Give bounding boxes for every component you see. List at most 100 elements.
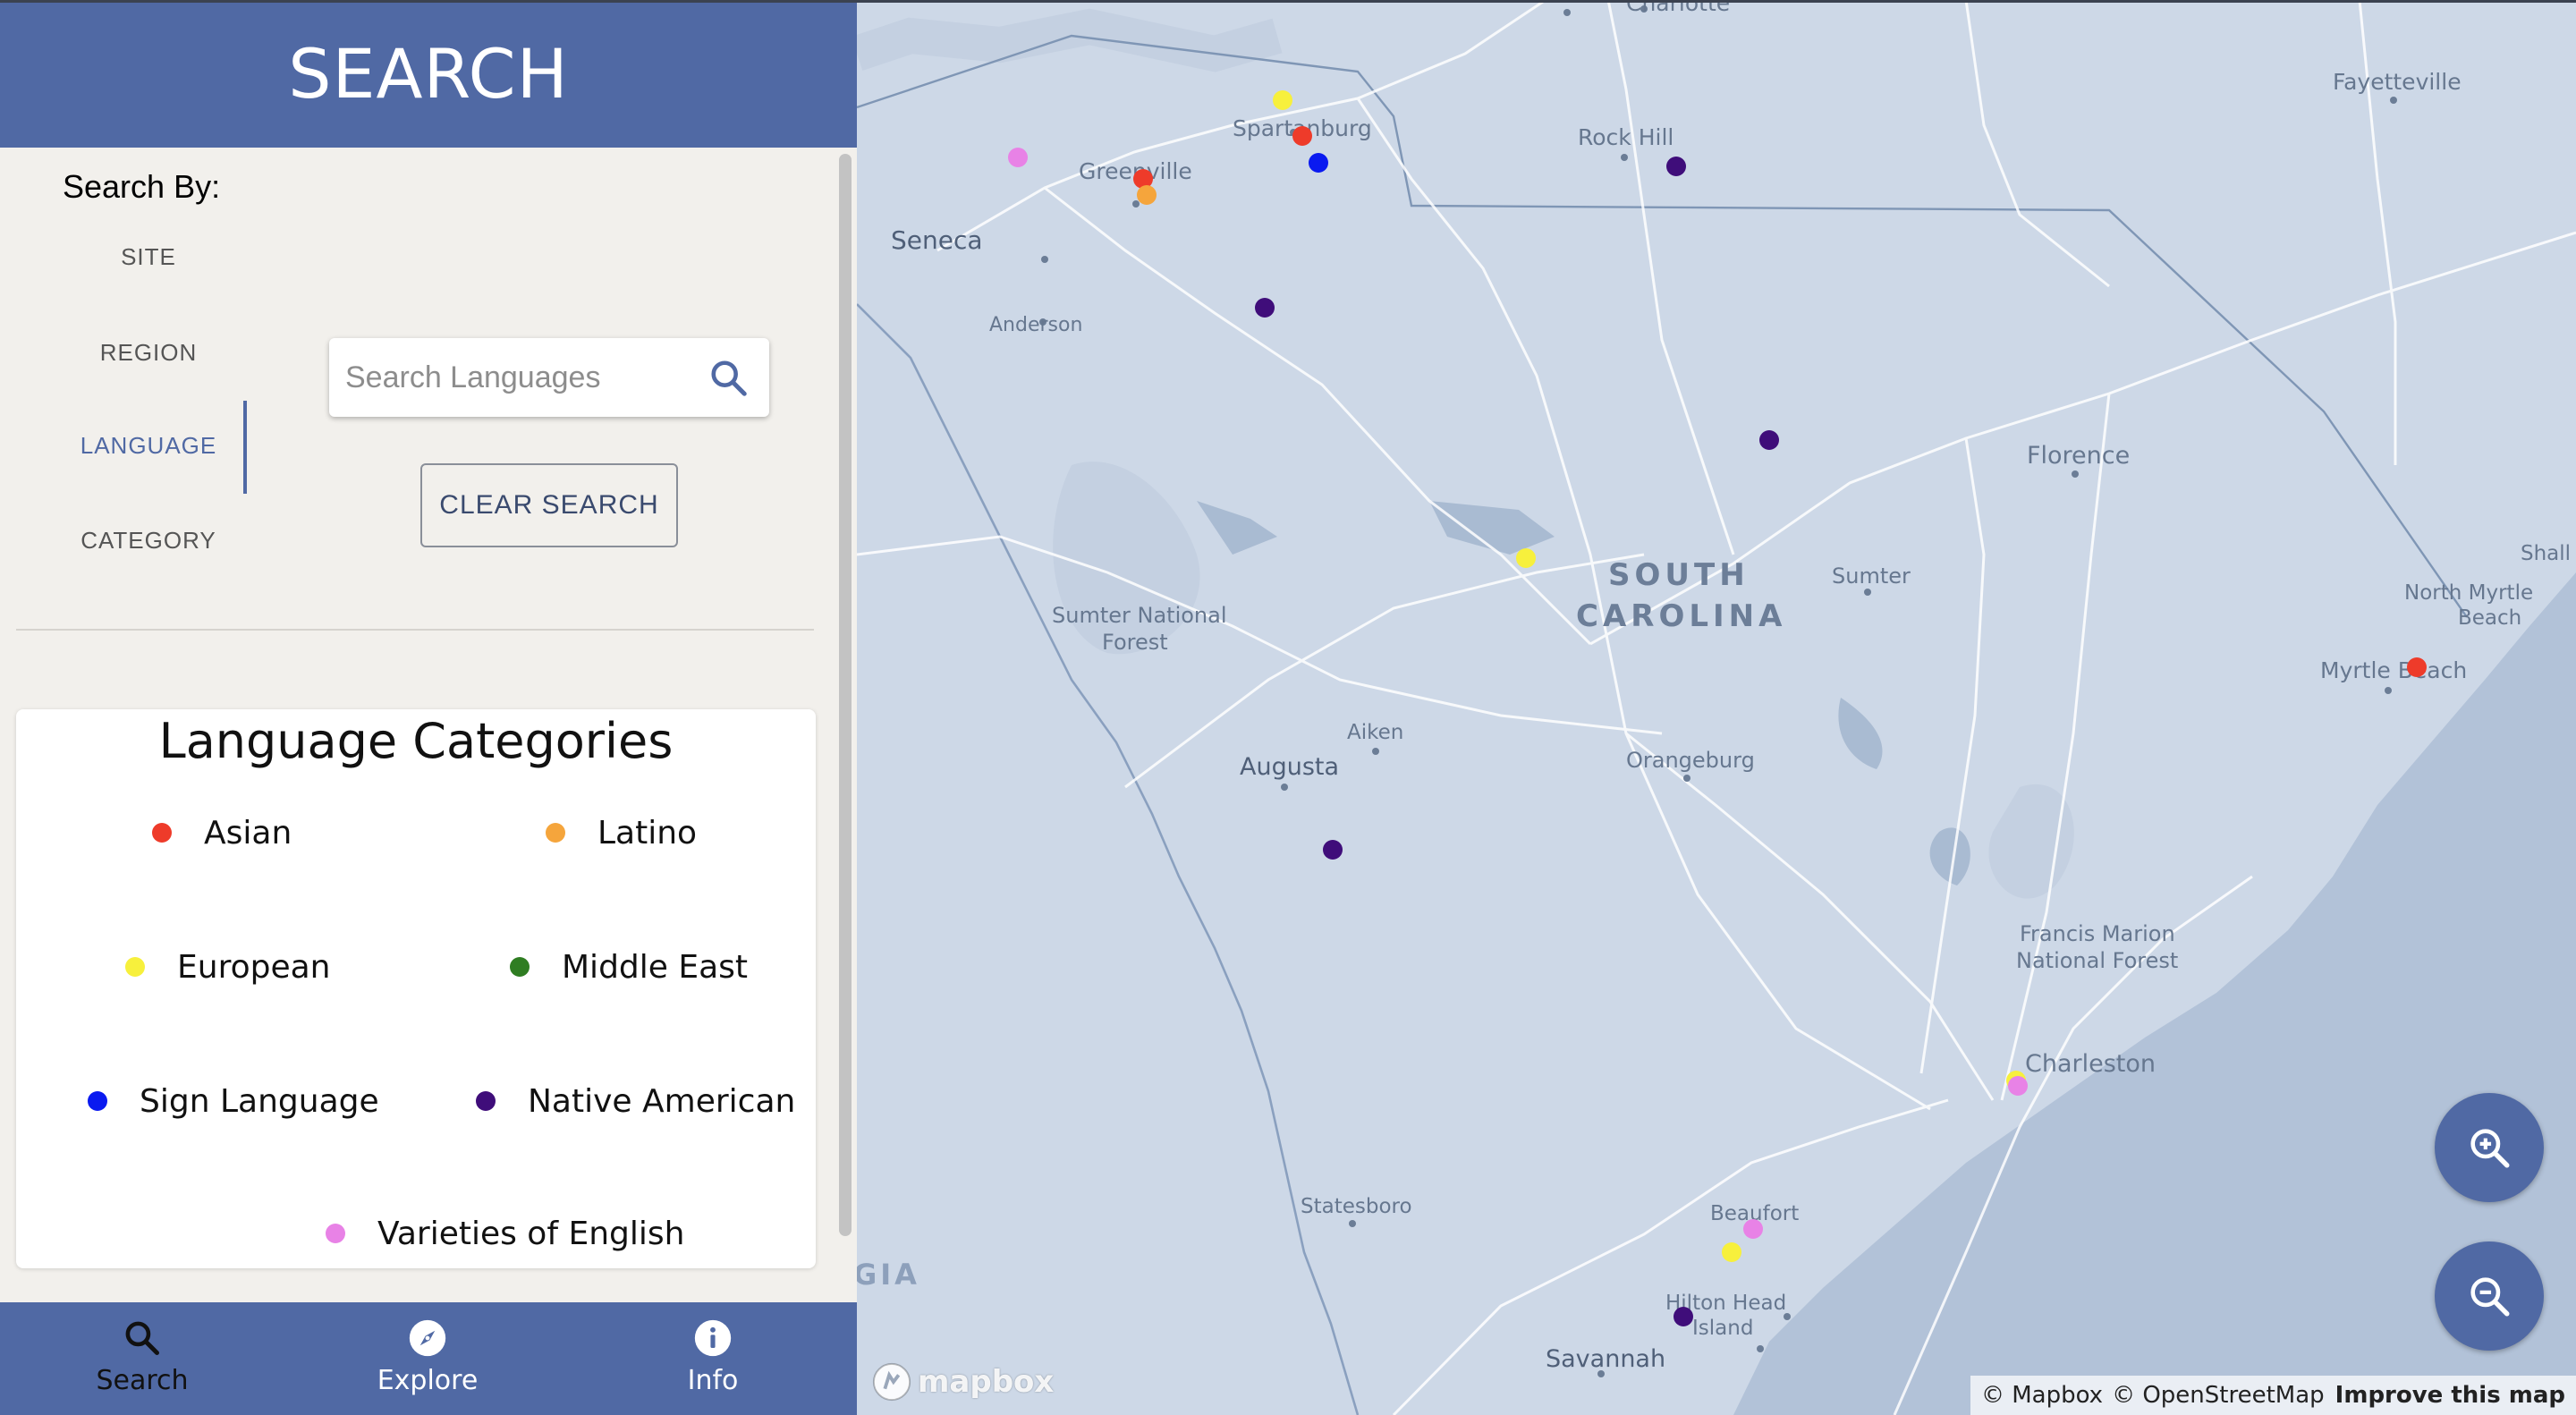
legend-item-varieties-of-english: Varieties of English xyxy=(326,1211,684,1256)
map-marker[interactable] xyxy=(2008,1076,2028,1096)
place-label: Island xyxy=(1692,1317,1753,1340)
attribution-mapbox[interactable]: © Mapbox xyxy=(1981,1382,2103,1409)
place-label: Savannah xyxy=(1546,1345,1665,1373)
window-top-border xyxy=(0,0,2576,3)
nav-label: Explore xyxy=(377,1365,479,1396)
map[interactable]: Charlotte Fayetteville Spartanburg Green… xyxy=(857,0,2576,1415)
info-icon xyxy=(694,1319,732,1357)
legend-item-sign-language: Sign Language xyxy=(88,1079,379,1123)
legend-label: Varieties of English xyxy=(377,1215,685,1252)
zoom-in-icon xyxy=(2470,1129,2510,1168)
nav-label: Search xyxy=(96,1365,189,1396)
place-label: Rock Hill xyxy=(1578,124,1674,150)
map-marker[interactable] xyxy=(1722,1242,1741,1262)
place-label: Augusta xyxy=(1240,753,1339,781)
legend-label: Native American xyxy=(528,1082,796,1120)
place-label: Sumter National xyxy=(1052,603,1227,628)
middle-east-dot-icon xyxy=(510,957,530,977)
map-marker[interactable] xyxy=(1323,840,1343,860)
attribution-osm[interactable]: © OpenStreetMap xyxy=(2112,1382,2325,1409)
native-american-dot-icon xyxy=(476,1091,496,1111)
search-icon xyxy=(125,1321,159,1355)
search-panel: SEARCH Search By: SITE REGION LANGUAGE C… xyxy=(0,0,857,1415)
place-label: Fayetteville xyxy=(2333,69,2462,95)
compass-icon xyxy=(409,1319,446,1357)
map-marker[interactable] xyxy=(1309,153,1328,173)
active-tab-indicator xyxy=(243,401,247,494)
place-label: Charleston xyxy=(2025,1050,2156,1078)
map-marker[interactable] xyxy=(1759,430,1779,450)
place-label: Shall xyxy=(2521,542,2571,565)
legend-label: Latino xyxy=(597,814,698,852)
asian-dot-icon xyxy=(152,823,172,843)
legend-label: Middle East xyxy=(562,948,749,986)
place-label: National Forest xyxy=(2016,948,2178,973)
place-label: Statesboro xyxy=(1301,1195,1412,1218)
tab-site[interactable]: SITE xyxy=(59,243,238,271)
nav-search[interactable]: Search xyxy=(44,1302,241,1415)
sign-language-dot-icon xyxy=(88,1091,107,1111)
place-label: Anderson xyxy=(989,314,1082,336)
legend-item-european: European xyxy=(125,945,330,989)
search-box xyxy=(329,338,769,417)
map-canvas[interactable]: Charlotte Fayetteville Spartanburg Green… xyxy=(857,0,2576,1415)
state-label: CAROLINA xyxy=(1576,598,1786,634)
map-marker[interactable] xyxy=(1292,126,1312,146)
search-by-label: Search By: xyxy=(63,168,221,205)
map-attribution: © Mapbox © OpenStreetMap Improve this ma… xyxy=(1970,1376,2576,1415)
tab-category[interactable]: CATEGORY xyxy=(59,527,238,555)
zoom-out-icon xyxy=(2470,1277,2510,1317)
place-label: Sumter xyxy=(1832,563,1911,589)
map-marker[interactable] xyxy=(1255,298,1275,318)
legend-label: Sign Language xyxy=(140,1082,379,1120)
nav-explore[interactable]: Explore xyxy=(329,1302,526,1415)
map-marker[interactable] xyxy=(1674,1307,1693,1326)
latino-dot-icon xyxy=(546,823,565,843)
search-input[interactable] xyxy=(345,338,703,417)
zoom-out-button[interactable] xyxy=(2435,1241,2544,1351)
improve-map-link[interactable]: Improve this map xyxy=(2335,1382,2565,1409)
place-label: Florence xyxy=(2027,442,2130,470)
place-label: North Myrtle xyxy=(2404,581,2533,605)
mapbox-logo-icon xyxy=(872,1362,911,1402)
legend-item-native-american: Native American xyxy=(476,1079,795,1123)
map-marker[interactable] xyxy=(1137,185,1157,205)
map-marker[interactable] xyxy=(1008,148,1028,167)
nav-info[interactable]: Info xyxy=(614,1302,811,1415)
map-marker[interactable] xyxy=(1516,548,1536,568)
state-label: SOUTH xyxy=(1608,557,1750,593)
legend-card: Language Categories Asian Latino Europea… xyxy=(16,709,816,1268)
place-label: Myrtle Beach xyxy=(2320,657,2467,683)
panel-header: SEARCH xyxy=(0,0,857,148)
clear-search-button[interactable]: CLEAR SEARCH xyxy=(420,463,678,547)
place-label: Francis Marion xyxy=(2020,921,2175,946)
european-dot-icon xyxy=(125,957,145,977)
legend-item-middle-east: Middle East xyxy=(510,945,748,989)
map-marker[interactable] xyxy=(1666,157,1686,176)
bottom-nav: Search Explore Info xyxy=(0,1302,857,1415)
state-label: GIA xyxy=(857,1258,920,1292)
page-title: SEARCH xyxy=(288,34,569,114)
map-marker[interactable] xyxy=(2407,657,2427,677)
nav-label: Info xyxy=(687,1365,739,1396)
legend-item-latino: Latino xyxy=(546,810,697,855)
tab-region[interactable]: REGION xyxy=(59,339,238,367)
zoom-in-button[interactable] xyxy=(2435,1093,2544,1202)
divider xyxy=(16,629,814,631)
legend-label: European xyxy=(177,948,331,986)
legend-label: Asian xyxy=(204,814,292,852)
panel-scrollbar[interactable] xyxy=(839,154,852,1236)
place-label: Seneca xyxy=(891,225,983,255)
map-marker[interactable] xyxy=(1273,90,1292,110)
mapbox-logo[interactable]: mapbox xyxy=(871,1361,1054,1402)
search-icon[interactable] xyxy=(708,358,750,399)
tab-language[interactable]: LANGUAGE xyxy=(59,432,238,460)
map-marker[interactable] xyxy=(1743,1219,1763,1239)
place-label: Aiken xyxy=(1347,721,1403,744)
legend-item-asian: Asian xyxy=(152,810,292,855)
legend-title: Language Categories xyxy=(158,713,674,769)
place-label: Forest xyxy=(1102,630,1168,655)
place-label: Beach xyxy=(2458,606,2521,630)
mapbox-logo-text: mapbox xyxy=(918,1364,1055,1400)
varieties-of-english-dot-icon xyxy=(326,1224,345,1243)
